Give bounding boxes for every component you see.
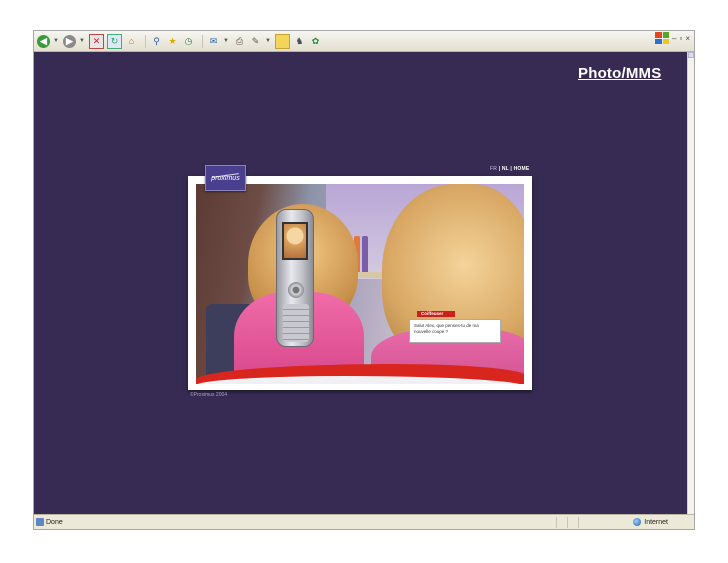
zone-text: Internet (644, 518, 668, 526)
slide-title[interactable]: Photo/MMS (578, 65, 661, 82)
status-bar: Done Internet (34, 514, 694, 529)
page-content: Photo/MMS FR | NL | HOME proximus Coiffe… (34, 52, 688, 516)
print-icon[interactable]: ⎙ (233, 35, 246, 48)
chat-title: Coiffeuser (417, 311, 455, 317)
home-icon[interactable]: ⌂ (125, 35, 138, 48)
vertical-scrollbar[interactable] (687, 52, 694, 516)
refresh-icon[interactable]: ↻ (107, 33, 122, 49)
research-icon[interactable]: ✿ (309, 35, 322, 48)
back-dropdown-arrow-icon[interactable]: ▼ (53, 35, 59, 48)
mobile-phone-image (276, 209, 314, 347)
back-icon[interactable]: ◀ (37, 34, 50, 48)
toolbar-separator (145, 34, 146, 48)
status-cell (567, 516, 578, 528)
chat-message: Salut Alex, que penses-tu de ma nouvelle… (409, 319, 501, 343)
internet-globe-icon (633, 518, 642, 526)
stop-icon[interactable]: ✕ (89, 33, 104, 49)
edit-dropdown-arrow-icon[interactable]: ▼ (265, 35, 271, 48)
window-controls: – ▫ × (655, 32, 690, 44)
photo-frame: Coiffeuser Salut Alex, que penses-tu de … (188, 176, 532, 390)
lang-fr-link[interactable]: FR (490, 166, 497, 172)
photo-bottle (362, 236, 368, 272)
security-zone: Internet (633, 518, 694, 526)
windows-logo-icon (655, 32, 670, 44)
forward-dropdown-arrow-icon[interactable]: ▼ (79, 35, 85, 48)
edit-icon[interactable]: ✎ (249, 35, 262, 48)
browser-toolbar: ◀ ▼ ▶ ▼ ✕ ↻ ⌂ ⚲ ★ ◷ ✉ ▼ ⎙ ✎ ▼ ♞ ✿ – ▫ × (34, 31, 694, 52)
maximize-button[interactable]: ▫ (679, 34, 682, 43)
language-bar: FR | NL | HOME (490, 166, 529, 172)
close-button[interactable]: × (685, 34, 690, 43)
salon-photo: Coiffeuser Salut Alex, que penses-tu de … (196, 184, 524, 384)
lang-nl-link[interactable]: | NL | (499, 166, 512, 172)
mail-dropdown-arrow-icon[interactable]: ▼ (223, 35, 229, 48)
home-link[interactable]: HOME (514, 166, 530, 172)
messenger-icon[interactable]: ♞ (293, 35, 306, 48)
history-icon[interactable]: ◷ (182, 35, 195, 48)
minimize-button[interactable]: – (672, 34, 676, 43)
phone-screen-photo (282, 222, 308, 260)
mail-icon[interactable]: ✉ (207, 35, 220, 48)
discuss-icon[interactable] (275, 33, 290, 49)
status-left: Done (34, 518, 556, 526)
copyright-text: ©Proximus 2004 (190, 392, 228, 398)
status-cell (578, 516, 589, 528)
browser-window: ◀ ▼ ▶ ▼ ✕ ↻ ⌂ ⚲ ★ ◷ ✉ ▼ ⎙ ✎ ▼ ♞ ✿ – ▫ × … (33, 30, 695, 530)
status-cell (556, 516, 567, 528)
favorites-icon[interactable]: ★ (166, 35, 179, 48)
phone-nav-button (288, 282, 304, 298)
toolbar-separator (202, 34, 203, 48)
phone-keypad (283, 304, 309, 342)
proximus-logo[interactable]: proximus (205, 165, 246, 191)
status-text: Done (46, 518, 63, 526)
search-icon[interactable]: ⚲ (150, 35, 163, 48)
forward-icon[interactable]: ▶ (63, 34, 76, 48)
page-done-icon (36, 518, 44, 526)
scroll-up-arrow-icon[interactable] (688, 52, 694, 58)
